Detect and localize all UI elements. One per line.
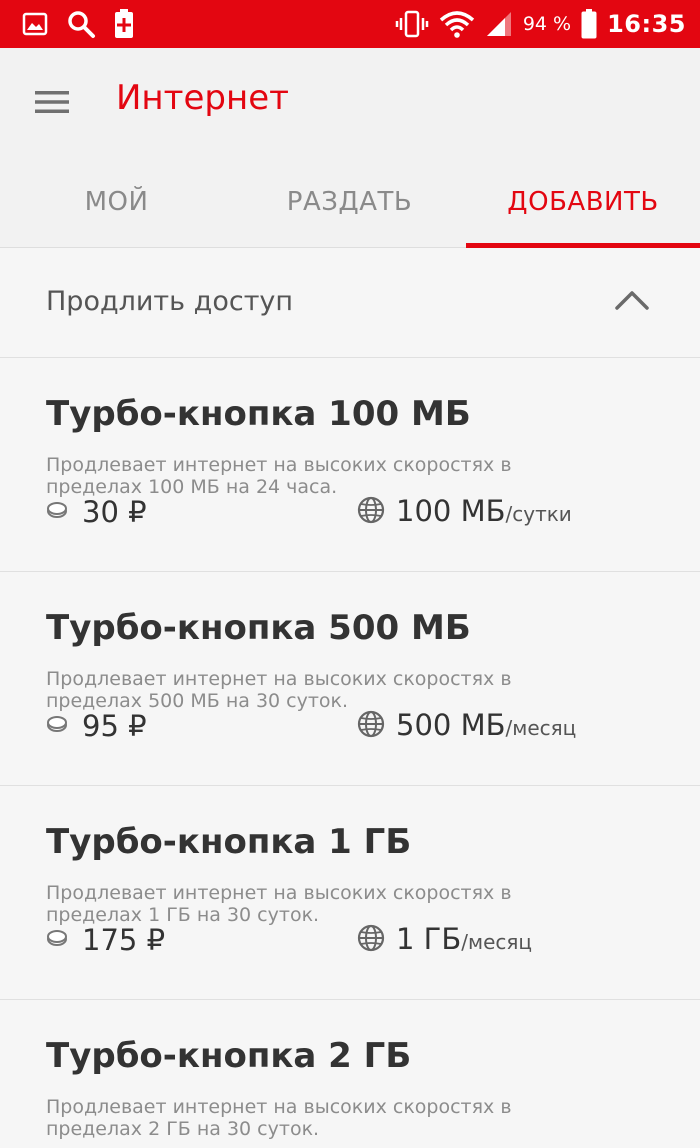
wifi-icon	[439, 10, 475, 38]
menu-button[interactable]	[32, 84, 72, 124]
vibrate-icon	[395, 10, 429, 38]
price-value: 175 ₽	[82, 923, 166, 957]
chevron-up-icon	[614, 289, 650, 315]
tab-add[interactable]: ДОБАВИТЬ	[466, 156, 700, 248]
tab-my[interactable]: МОЙ	[0, 156, 233, 248]
battery-icon	[581, 9, 597, 39]
offer-card-2gb[interactable]: Турбо-кнопка 2 ГБ Продлевает интернет на…	[0, 1000, 700, 1148]
hamburger-menu-icon	[35, 90, 69, 118]
volume-period: /сутки	[505, 502, 572, 526]
offer-title: Турбо-кнопка 2 ГБ	[46, 1036, 412, 1076]
price-value: 30 ₽	[82, 495, 147, 529]
offer-description: Продлевает интернет на высоких скоростях…	[46, 1096, 512, 1140]
section-header-extend-access[interactable]: Продлить доступ	[0, 248, 700, 358]
offer-card-100mb[interactable]: Турбо-кнопка 100 МБ Продлевает интернет …	[0, 358, 700, 572]
offer-price: 95 ₽	[46, 708, 147, 744]
offer-title: Турбо-кнопка 100 МБ	[46, 394, 471, 434]
gallery-icon	[22, 12, 48, 36]
volume-value: 500 МБ	[396, 708, 506, 742]
collapse-button[interactable]	[612, 286, 652, 318]
coin-icon	[46, 501, 68, 523]
volume-period: /месяц	[505, 716, 577, 740]
volume-value: 1 ГБ	[396, 922, 462, 956]
globe-icon	[356, 495, 386, 529]
price-value: 95 ₽	[82, 709, 147, 743]
offer-description: Продлевает интернет на высоких скоростях…	[46, 668, 512, 712]
globe-icon	[356, 923, 386, 957]
page-title: Интернет	[116, 78, 289, 118]
offer-title: Турбо-кнопка 500 МБ	[46, 608, 471, 648]
volume-period: /месяц	[461, 930, 533, 954]
offer-card-1gb[interactable]: Турбо-кнопка 1 ГБ Продлевает интернет на…	[0, 786, 700, 1000]
app-bar: Интернет МОЙ РАЗДАТЬ ДОБАВИТЬ	[0, 48, 700, 248]
status-bar-right: 94 % 16:35	[395, 8, 686, 40]
tab-bar: МОЙ РАЗДАТЬ ДОБАВИТЬ	[0, 156, 700, 248]
offer-price: 30 ₽	[46, 494, 147, 530]
search-icon	[66, 9, 96, 39]
coin-icon	[46, 715, 68, 737]
signal-icon	[485, 10, 513, 38]
offer-volume: 1 ГБ /месяц	[356, 922, 532, 958]
offer-description: Продлевает интернет на высоких скоростях…	[46, 454, 512, 498]
section-title: Продлить доступ	[46, 286, 294, 317]
globe-icon	[356, 709, 386, 743]
clock: 16:35	[607, 10, 686, 38]
offer-price: 175 ₽	[46, 922, 165, 958]
offer-volume: 500 МБ /месяц	[356, 708, 576, 744]
tab-share[interactable]: РАЗДАТЬ	[233, 156, 466, 248]
battery-percent: 94 %	[522, 13, 572, 35]
offer-volume: 100 МБ /сутки	[356, 494, 572, 530]
coin-icon	[46, 929, 68, 951]
offer-description: Продлевает интернет на высоких скоростях…	[46, 882, 512, 926]
status-bar: 94 % 16:35	[0, 0, 700, 48]
status-bar-left	[22, 8, 134, 40]
battery-plus-icon	[114, 9, 134, 39]
volume-value: 100 МБ	[396, 494, 506, 528]
offer-title: Турбо-кнопка 1 ГБ	[46, 822, 412, 862]
offer-card-500mb[interactable]: Турбо-кнопка 500 МБ Продлевает интернет …	[0, 572, 700, 786]
